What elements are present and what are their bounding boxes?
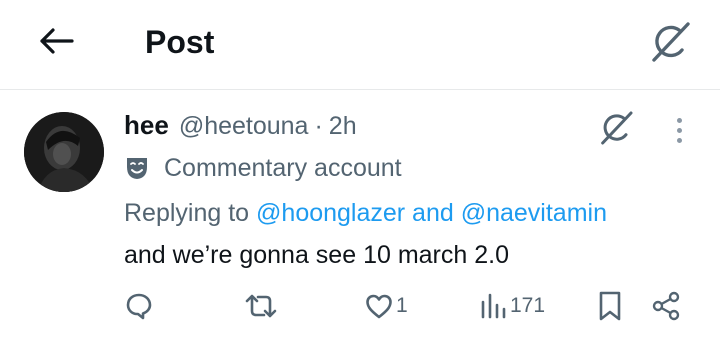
reply-icon <box>126 293 152 320</box>
views-button[interactable]: 171 <box>478 286 545 326</box>
more-options-button[interactable] <box>664 112 694 148</box>
share-icon <box>652 291 680 321</box>
post-time[interactable]: 2h <box>329 112 357 141</box>
theater-mask-icon <box>127 158 147 179</box>
views-chart-icon <box>481 293 506 319</box>
more-dot-icon <box>676 117 682 123</box>
views-count: 171 <box>510 294 546 317</box>
replying-to-prefix: Replying to <box>124 199 250 227</box>
repost-button[interactable] <box>244 286 278 326</box>
more-dot-icon <box>676 137 682 143</box>
repost-icon <box>245 294 277 318</box>
like-button[interactable]: 1 <box>364 286 408 326</box>
bookmark-button[interactable] <box>596 286 624 326</box>
separator-dot: · <box>314 112 323 140</box>
reply-mentions-link[interactable]: @hoonglazer and @naevitamin <box>256 199 607 227</box>
grok-icon <box>601 111 633 145</box>
display-name[interactable]: hee <box>124 110 169 141</box>
post-text: and we’re gonna see 10 march 2.0 <box>124 241 509 269</box>
grok-button[interactable] <box>646 18 694 66</box>
page-title: Post <box>145 24 215 60</box>
share-button[interactable] <box>650 286 682 326</box>
more-dot-icon <box>676 127 682 133</box>
action-bar: 1 171 <box>124 286 694 326</box>
bookmark-icon <box>599 291 621 321</box>
grok-post-button[interactable] <box>596 108 636 148</box>
top-bar: Post <box>0 0 720 90</box>
heart-icon <box>366 294 392 319</box>
reply-button[interactable] <box>124 286 154 326</box>
post-header: hee @heetouna · 2h <box>124 110 357 144</box>
account-label[interactable]: Commentary account <box>124 152 402 184</box>
avatar-photo <box>24 112 104 192</box>
back-button[interactable] <box>36 24 76 58</box>
like-count: 1 <box>396 294 408 317</box>
grok-icon <box>652 22 690 62</box>
replying-to: Replying to @hoonglazer and @naevitamin <box>124 196 607 230</box>
user-handle[interactable]: @heetouna <box>179 112 309 141</box>
account-label-text: Commentary account <box>164 153 402 182</box>
avatar[interactable] <box>24 112 104 192</box>
arrow-left-icon <box>40 28 74 54</box>
